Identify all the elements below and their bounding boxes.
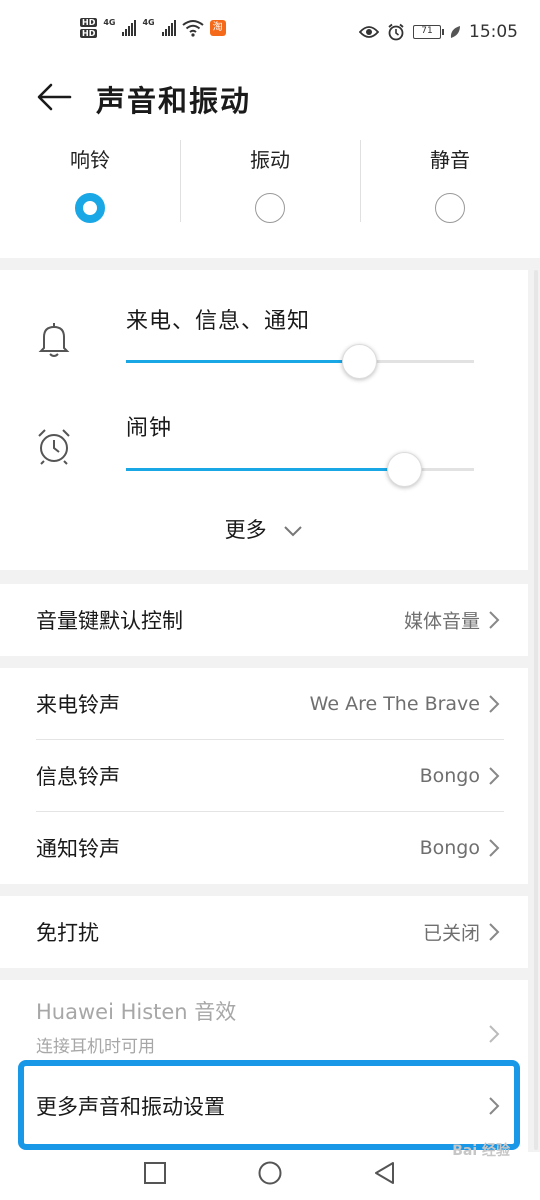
battery-icon: 71: [413, 25, 444, 39]
chevron-down-icon: [284, 526, 303, 537]
network-type-1: 4G: [103, 18, 116, 27]
message-ringtone-row[interactable]: 信息铃声 Bongo: [0, 740, 528, 812]
alarm-volume-knob[interactable]: [387, 452, 423, 487]
mode-silent-radio[interactable]: [435, 193, 465, 223]
network-type-2: 4G: [142, 18, 155, 27]
hd-badge-2: HD: [80, 29, 98, 38]
mode-vibrate-label: 振动: [250, 148, 290, 172]
taobao-icon: 淘: [209, 20, 226, 36]
more-volume-label: 更多: [224, 518, 267, 542]
hd-indicator: HD HD: [80, 18, 98, 38]
bell-icon: [38, 323, 70, 357]
volume-card: 来电、信息、通知 闹钟 更多: [0, 270, 528, 570]
histen-row: Huawei Histen 音效 连接耳机时可用: [0, 980, 528, 1070]
chevron-right-icon: [489, 611, 500, 629]
status-time: 15:05: [469, 22, 518, 42]
message-ringtone-label: 信息铃声: [36, 765, 120, 789]
incoming-ringtone-label: 来电铃声: [36, 693, 120, 717]
dnd-value: 已关闭: [422, 922, 480, 945]
back-arrow-icon[interactable]: [36, 82, 72, 112]
leaf-icon: [450, 26, 460, 38]
mode-silent[interactable]: 静音: [360, 138, 540, 238]
recent-apps-icon[interactable]: [142, 1160, 168, 1186]
page-header: 声音和振动 响铃 振动 静音: [0, 68, 540, 258]
notification-ringtone-value: Bongo: [419, 837, 480, 859]
page-title: 声音和振动: [96, 84, 252, 118]
wifi-icon: [182, 20, 204, 37]
volume-key-value: 媒体音量: [403, 610, 480, 633]
watermark-logo: Bai 经验: [452, 1143, 510, 1159]
status-left: HD HD 4G 4G 淘: [80, 18, 226, 38]
message-ringtone-value: Bongo: [419, 765, 480, 787]
ringtones-card: 来电铃声 We Are The Brave 信息铃声 Bongo 通知铃声 Bo…: [0, 668, 528, 884]
chevron-right-icon: [489, 839, 500, 857]
ring-volume-slider[interactable]: [126, 344, 474, 379]
histen-title: Huawei Histen 音效: [36, 1000, 237, 1024]
hd-badge-1: HD: [80, 18, 98, 27]
ring-volume-label: 来电、信息、通知: [126, 309, 311, 334]
signal-icon: [122, 20, 137, 36]
mode-ring-radio[interactable]: [75, 193, 105, 223]
home-icon[interactable]: [257, 1160, 283, 1186]
mode-vibrate[interactable]: 振动: [180, 138, 360, 238]
alarm-volume-slider[interactable]: [126, 452, 474, 487]
dnd-row[interactable]: 免打扰 已关闭: [0, 896, 528, 968]
mode-ring-label: 响铃: [70, 148, 110, 172]
incoming-ringtone-row[interactable]: 来电铃声 We Are The Brave: [0, 668, 528, 740]
chevron-right-icon: [489, 767, 500, 785]
ringer-mode-selector: 响铃 振动 静音: [0, 138, 540, 238]
alarm-volume-fill: [126, 468, 405, 471]
notification-ringtone-row[interactable]: 通知铃声 Bongo: [0, 812, 528, 884]
notification-ringtone-label: 通知铃声: [36, 837, 120, 861]
more-volume-toggle[interactable]: 更多: [0, 514, 528, 544]
mode-silent-label: 静音: [430, 148, 470, 172]
chevron-right-icon: [489, 923, 500, 941]
volume-key-row[interactable]: 音量键默认控制 媒体音量: [0, 584, 528, 656]
ring-volume-fill: [126, 360, 360, 363]
chevron-right-icon: [489, 695, 500, 713]
alarm-volume-label: 闹钟: [126, 416, 173, 441]
status-bar: HD HD 4G 4G 淘 71 15:05: [0, 0, 540, 68]
scrollbar[interactable]: [534, 270, 538, 1150]
alarm-status-icon: [388, 23, 404, 41]
status-right: 71 15:05: [359, 22, 518, 42]
signal-icon-2: [161, 20, 176, 36]
chevron-right-icon: [489, 1025, 500, 1043]
highlight-box: [18, 1060, 520, 1150]
mode-vibrate-radio[interactable]: [255, 193, 285, 223]
alarm-clock-icon: [38, 429, 70, 465]
volume-key-card: 音量键默认控制 媒体音量: [0, 584, 528, 656]
mode-ring[interactable]: 响铃: [0, 138, 180, 238]
eye-icon: [359, 26, 379, 38]
dnd-label: 免打扰: [36, 921, 99, 945]
volume-key-label: 音量键默认控制: [36, 609, 183, 633]
incoming-ringtone-value: We Are The Brave: [309, 693, 480, 715]
back-nav-icon[interactable]: [372, 1160, 398, 1186]
dnd-card: 免打扰 已关闭: [0, 896, 528, 968]
histen-subtitle: 连接耳机时可用: [36, 1037, 155, 1057]
ring-volume-knob[interactable]: [342, 344, 378, 379]
